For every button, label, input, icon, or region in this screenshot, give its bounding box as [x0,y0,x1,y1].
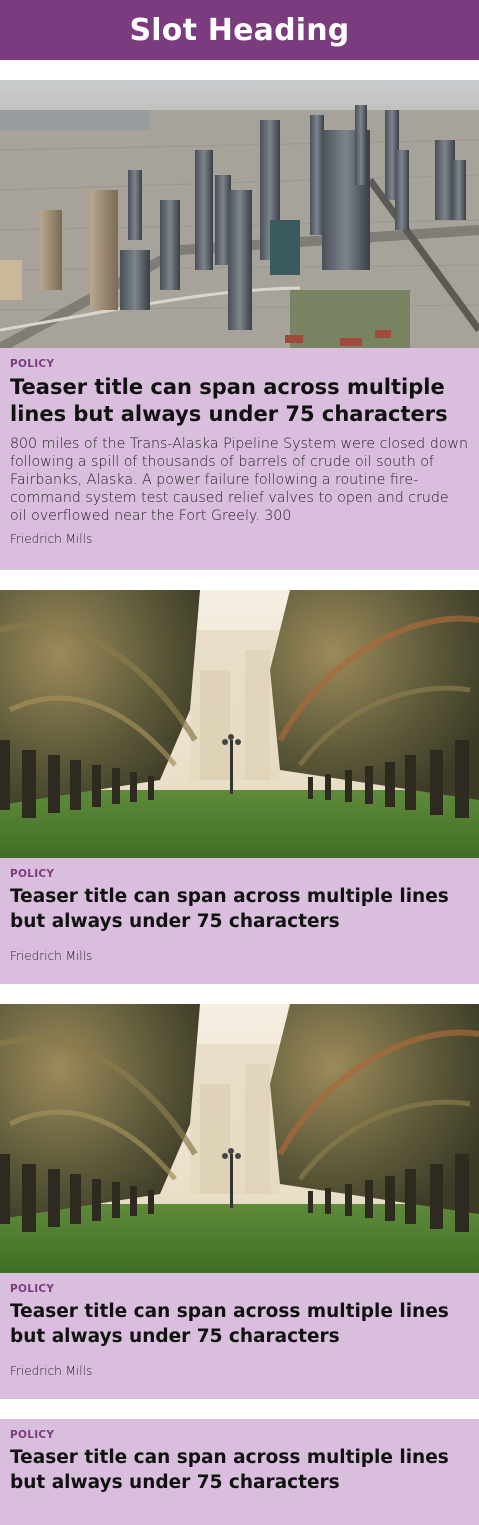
teaser-title[interactable]: Teaser title can span across multiple li… [10,1445,469,1495]
teaser-image-city-skyline[interactable] [0,80,479,348]
teaser-image-palm-avenue[interactable] [0,590,479,858]
teaser-category: POLICY [10,868,55,880]
teaser-description: 800 miles of the Trans-Alaska Pipeline S… [10,436,468,524]
teaser-card[interactable]: POLICY Teaser title can span across mult… [0,590,479,984]
teaser-card[interactable]: POLICY Teaser title can span across mult… [0,1419,479,1525]
teaser-title[interactable]: Teaser title can span across multiple li… [10,884,469,934]
teaser-author: Friedrich Mills [10,949,93,963]
teaser-image-palm-avenue[interactable] [0,1004,479,1273]
teaser-category: POLICY [10,1283,55,1295]
teaser-author: Friedrich Mills [10,532,93,546]
teaser-card[interactable]: POLICY Teaser title can span across mult… [0,1004,479,1399]
teaser-card[interactable]: POLICY Teaser title can span across mult… [0,80,479,570]
teaser-title[interactable]: Teaser title can span across multiple li… [10,1299,469,1349]
slot-header: Slot Heading [0,0,479,60]
slot-heading: Slot Heading [129,12,350,48]
teaser-author: Friedrich Mills [10,1364,93,1378]
teaser-category: POLICY [10,1429,55,1441]
teaser-category: POLICY [10,358,55,370]
teaser-title[interactable]: Teaser title can span across multiple li… [10,374,469,428]
